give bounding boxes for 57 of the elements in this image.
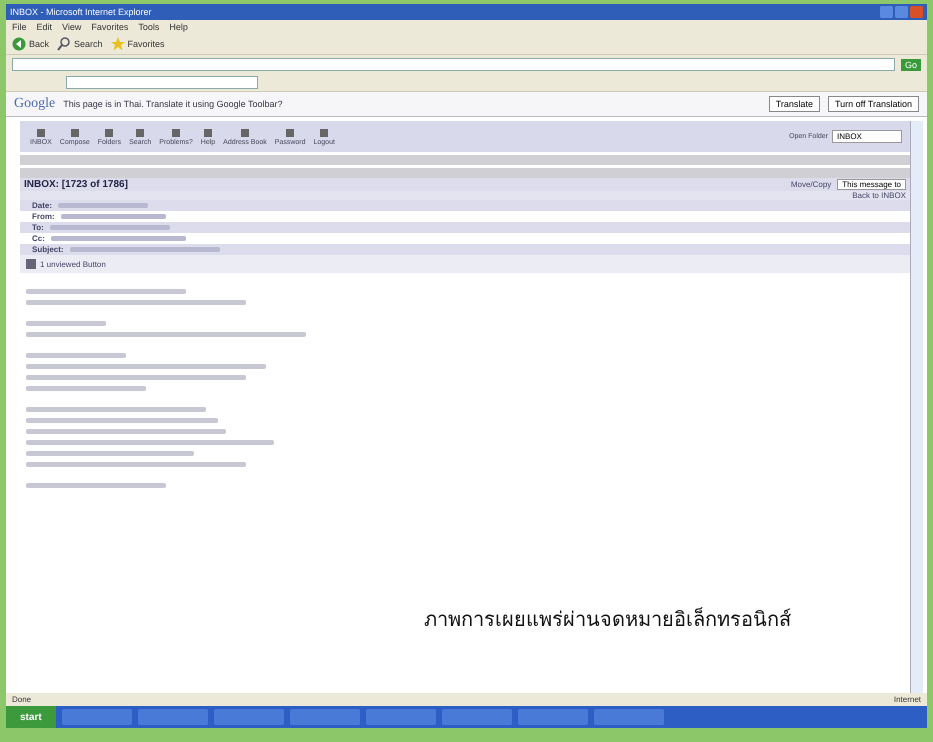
message-heading: INBOX: [1723 of 1786] [24,179,128,190]
taskbar-button[interactable] [214,709,284,725]
google-logo: Google [14,96,56,112]
back-to-inbox-link[interactable]: Back to INBOX [852,191,906,200]
google-search-field[interactable] [66,76,258,89]
folder-select[interactable]: INBOX [832,130,902,143]
close-button[interactable] [910,6,923,18]
attachment-label: 1 unviewed Button [40,260,106,268]
toolbar-glyph-icon [284,127,296,139]
search-icon [57,37,72,51]
star-icon [110,37,125,51]
toolbar-button[interactable]: Favorites [110,37,165,51]
toolbar-glyph-icon [68,127,81,139]
menu-item[interactable]: View [62,22,82,32]
toolbar-button[interactable]: Back [12,37,50,51]
taskbar-button[interactable] [366,709,436,725]
scrollbar[interactable] [910,121,923,693]
maximize-button[interactable] [895,6,908,18]
toolbar-glyph-icon [134,127,146,139]
toolbar-glyph-icon [202,127,214,139]
translate-prompt: This page is in Thai. Translate it using Google Toolbar? [63,99,283,109]
taskbar-button[interactable] [138,709,208,725]
field-label: Cc: [32,234,45,243]
toolbar-glyph-icon [103,127,116,139]
toolbar-glyph-icon [238,127,251,139]
field-label: Subject: [32,245,64,254]
toolbar-glyph-icon [170,127,182,139]
taskbar-button[interactable] [594,709,664,725]
attachment-icon [26,259,36,269]
menu-item[interactable]: File [12,22,27,32]
address-field[interactable] [12,58,895,71]
move-copy-label: Move/Copy [790,180,832,189]
zone-label: Internet [894,695,921,704]
window-title: INBOX - Microsoft Internet Explorer [10,7,153,17]
menu-item[interactable]: Favorites [91,22,128,32]
go-button[interactable]: Go [900,58,921,70]
toolbar-glyph-icon [318,127,330,139]
minimize-button[interactable] [880,6,893,18]
field-label: From: [32,212,55,221]
caption: ภาพการเผยแพร่ผ่านจดหมายอิเล็กทรอนิกส์ [424,606,791,633]
menu-item[interactable]: Tools [138,22,160,32]
back-icon [12,37,26,51]
status-text: Done [12,695,32,704]
taskbar-button[interactable] [62,709,132,725]
menu-item[interactable]: Help [169,22,188,32]
translate-button[interactable]: Turn off Translation [828,96,919,112]
menu-item[interactable]: Edit [36,22,52,32]
toolbar-button[interactable]: Search [57,37,103,51]
toolbar-glyph-icon [34,127,47,139]
taskbar-button[interactable] [518,709,588,725]
taskbar-button[interactable] [442,709,512,725]
start-button[interactable]: start [6,706,56,728]
taskbar-button[interactable] [290,709,360,725]
field-label: To: [32,223,44,232]
move-select[interactable]: This message to [837,179,906,190]
field-label: Date: [32,201,52,210]
translate-button[interactable]: Translate [768,96,820,112]
